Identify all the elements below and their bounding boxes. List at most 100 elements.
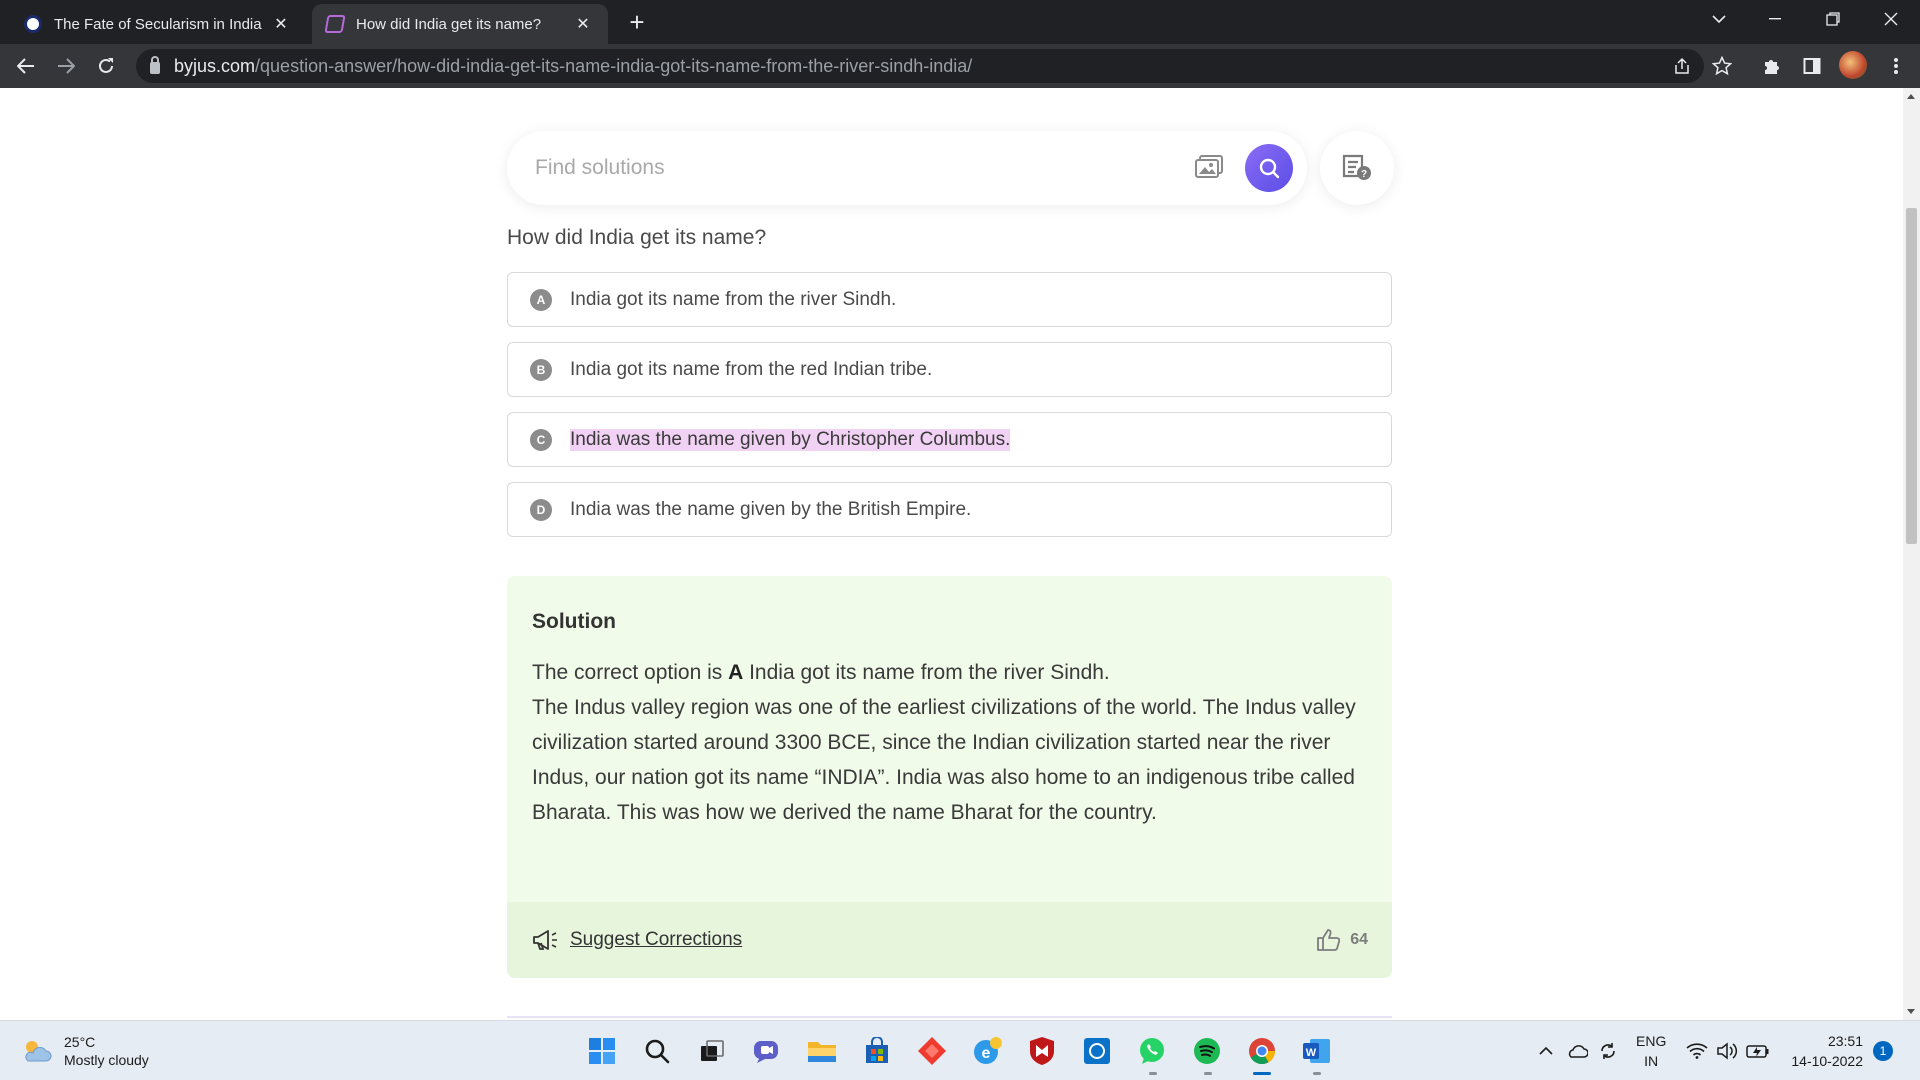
option-letter: A xyxy=(530,288,552,311)
search-taskbar-icon[interactable] xyxy=(640,1034,674,1068)
forward-arrow-icon[interactable] xyxy=(50,50,82,82)
clock-time: 23:51 xyxy=(1827,1033,1863,1049)
extensions-puzzle-icon[interactable] xyxy=(1756,50,1788,82)
sync-icon[interactable] xyxy=(1598,1021,1618,1080)
tab-strip: The Fate of Secularism in India - ✕ How … xyxy=(0,0,1920,44)
side-panel-icon[interactable] xyxy=(1796,50,1828,82)
scrollbar-thumb[interactable] xyxy=(1906,208,1917,544)
ask-question-button[interactable]: ? xyxy=(1320,131,1394,205)
solution-explanation: The Indus valley region was one of the e… xyxy=(532,696,1356,824)
scroll-up-arrow-icon[interactable] xyxy=(1907,94,1915,99)
ask-question-icon: ? xyxy=(1342,154,1371,180)
battery-charging-icon[interactable] xyxy=(1746,1021,1770,1080)
solution-title: Solution xyxy=(532,610,616,633)
option-a[interactable]: A India got its name from the river Sind… xyxy=(507,272,1392,327)
option-b[interactable]: B India got its name from the red Indian… xyxy=(507,342,1392,397)
page-content: ? How did India get its name? A India go… xyxy=(0,88,1903,1020)
site-favicon-icon xyxy=(24,15,42,33)
running-indicator xyxy=(1204,1072,1212,1075)
scroll-down-arrow-icon[interactable] xyxy=(1907,1009,1915,1014)
page-scrollbar[interactable] xyxy=(1903,88,1920,1020)
solution-body: The correct option is A India got its na… xyxy=(532,655,1372,830)
close-tab-icon[interactable]: ✕ xyxy=(572,13,594,35)
back-arrow-icon[interactable] xyxy=(10,50,42,82)
weather-cloud-sun-icon xyxy=(25,1041,52,1062)
option-letter: D xyxy=(530,498,552,521)
share-icon[interactable] xyxy=(1666,50,1698,82)
correct-option-prefix: The correct option is xyxy=(532,661,729,684)
wifi-icon[interactable] xyxy=(1686,1021,1708,1080)
browser-toolbar: byjus.com/question-answer/how-did-india-… xyxy=(0,44,1920,88)
windows-start-icon[interactable] xyxy=(585,1034,619,1068)
option-text: India got its name from the red Indian t… xyxy=(570,358,933,380)
mcafee-shield-icon[interactable] xyxy=(1025,1034,1059,1068)
search-input[interactable] xyxy=(535,156,1175,180)
volume-icon[interactable] xyxy=(1716,1021,1738,1080)
like-button[interactable]: 64 xyxy=(1316,928,1368,952)
option-text: India was the name given by the British … xyxy=(570,498,972,520)
correct-option-text: India got its name from the river Sindh. xyxy=(743,661,1110,684)
file-explorer-icon[interactable] xyxy=(805,1034,839,1068)
weather-widget[interactable]: 25°C Mostly cloudy xyxy=(20,1033,149,1069)
weather-temperature: 25°C xyxy=(64,1034,96,1050)
bookmark-star-icon[interactable] xyxy=(1706,50,1738,82)
language-indicator[interactable]: ENG IN xyxy=(1636,1021,1666,1080)
close-window-button[interactable] xyxy=(1868,0,1914,38)
browser-e-icon[interactable]: e xyxy=(970,1034,1004,1068)
show-hidden-icons-chevron-icon[interactable] xyxy=(1538,1021,1554,1080)
minimize-button[interactable] xyxy=(1752,0,1798,38)
megaphone-icon xyxy=(533,930,557,950)
option-c[interactable]: C India was the name given by Christophe… xyxy=(507,412,1392,467)
option-text: India got its name from the river Sindh. xyxy=(570,288,897,310)
chrome-menu-icon[interactable] xyxy=(1880,50,1912,82)
suggest-corrections-link[interactable]: Suggest Corrections xyxy=(570,929,742,951)
option-letter: B xyxy=(530,358,552,381)
lock-icon[interactable] xyxy=(150,56,160,74)
word-icon[interactable]: W xyxy=(1300,1034,1334,1068)
anydesk-diamond-icon[interactable] xyxy=(915,1034,949,1068)
tab-title: The Fate of Secularism in India - xyxy=(54,15,262,33)
close-tab-icon[interactable]: ✕ xyxy=(270,13,292,35)
zoom-app-icon[interactable] xyxy=(1080,1034,1114,1068)
language-code: ENG xyxy=(1636,1033,1667,1049)
clock[interactable]: 23:51 14-10-2022 xyxy=(1777,1031,1863,1071)
tab-secularism[interactable]: The Fate of Secularism in India - ✕ xyxy=(10,4,306,44)
search-bar xyxy=(507,131,1307,205)
solution-card: Solution The correct option is A India g… xyxy=(507,576,1392,978)
solution-footer: Suggest Corrections 64 xyxy=(507,902,1392,978)
question-text: How did India get its name? xyxy=(507,226,767,249)
whatsapp-icon[interactable] xyxy=(1135,1034,1169,1068)
running-indicator xyxy=(1313,1072,1321,1075)
option-d[interactable]: D India was the name given by the Britis… xyxy=(507,482,1392,537)
thumbs-up-icon xyxy=(1317,929,1341,951)
url-domain: byjus.com xyxy=(174,55,256,76)
reload-icon[interactable] xyxy=(90,50,122,82)
svg-text:?: ? xyxy=(1361,169,1367,180)
microsoft-store-icon[interactable] xyxy=(860,1034,894,1068)
new-tab-button[interactable]: + xyxy=(622,7,652,37)
search-icon xyxy=(1259,158,1280,179)
region-code: IN xyxy=(1644,1053,1659,1069)
tab-india-name[interactable]: How did India get its name? ✕ xyxy=(312,4,608,44)
svg-text:e: e xyxy=(982,1045,991,1062)
address-bar[interactable]: byjus.com/question-answer/how-did-india-… xyxy=(136,49,1704,83)
onedrive-cloud-icon[interactable] xyxy=(1566,1021,1588,1080)
profile-avatar[interactable] xyxy=(1839,51,1867,79)
svg-text:W: W xyxy=(1306,1047,1317,1059)
spotify-icon[interactable] xyxy=(1190,1034,1224,1068)
like-count: 64 xyxy=(1350,931,1368,948)
search-button[interactable] xyxy=(1245,144,1293,192)
windows-taskbar: 25°C Mostly cloudy e W ENG IN 23:51 14-1… xyxy=(0,1020,1920,1080)
correct-option-letter: A xyxy=(728,661,744,684)
tab-search-chevron-icon[interactable] xyxy=(1696,0,1742,38)
restore-button[interactable] xyxy=(1810,0,1856,38)
task-view-icon[interactable] xyxy=(695,1034,729,1068)
byjus-favicon-icon xyxy=(324,15,346,33)
clock-date: 14-10-2022 xyxy=(1791,1053,1863,1069)
notification-badge[interactable]: 1 xyxy=(1873,1041,1893,1061)
running-indicator xyxy=(1149,1072,1157,1075)
chat-teams-icon[interactable] xyxy=(750,1034,784,1068)
option-text-highlighted: India was the name given by Christopher … xyxy=(570,428,1011,451)
image-search-icon[interactable] xyxy=(1195,155,1223,179)
chrome-icon[interactable] xyxy=(1245,1034,1279,1068)
